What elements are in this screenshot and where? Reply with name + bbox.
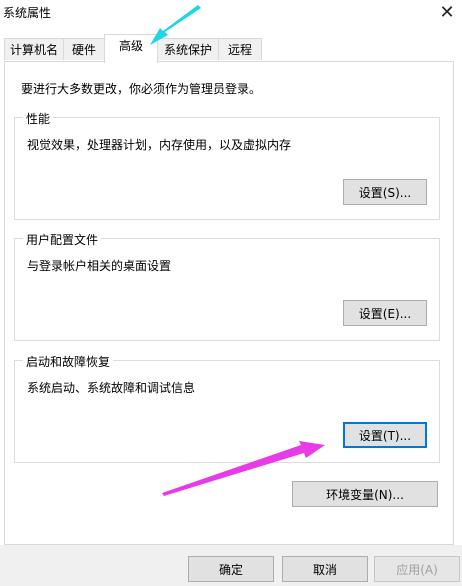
tab-hardware[interactable]: 硬件: [63, 38, 105, 60]
user-profile-title: 用户配置文件: [23, 231, 102, 248]
performance-title: 性能: [23, 110, 54, 127]
tab-computer-name[interactable]: 计算机名: [4, 38, 64, 60]
ok-button[interactable]: 确定: [188, 556, 274, 582]
window-title: 系统属性: [3, 6, 52, 20]
performance-group: 性能 视觉效果，处理器计划，内存使用，以及虚拟内存 设置(S)...: [14, 110, 440, 220]
close-icon[interactable]: ✕: [434, 0, 460, 26]
tab-advanced[interactable]: 高级: [104, 34, 158, 63]
performance-desc: 视觉效果，处理器计划，内存使用，以及虚拟内存: [27, 138, 292, 152]
title-bar: 系统属性 ✕: [0, 0, 462, 30]
user-profile-desc: 与登录帐户相关的桌面设置: [27, 259, 172, 273]
apply-button[interactable]: 应用(A): [374, 556, 460, 582]
tab-remote[interactable]: 远程: [218, 38, 262, 60]
performance-settings-button[interactable]: 设置(S)...: [343, 179, 427, 205]
startup-recovery-group: 启动和故障恢复 系统启动、系统故障和调试信息 设置(T)...: [14, 353, 440, 463]
startup-recovery-title: 启动和故障恢复: [23, 353, 114, 370]
cancel-button[interactable]: 取消: [282, 556, 368, 582]
startup-recovery-settings-button[interactable]: 设置(T)...: [343, 422, 427, 448]
admin-notice: 要进行大多数更改，你必须作为管理员登录。: [21, 82, 262, 96]
tab-system-protection[interactable]: 系统保护: [157, 38, 219, 60]
startup-recovery-desc: 系统启动、系统故障和调试信息: [27, 381, 196, 395]
user-profile-settings-button[interactable]: 设置(E)...: [343, 300, 427, 326]
tab-bar: 计算机名 硬件 高级 系统保护 远程: [0, 34, 462, 63]
user-profile-group: 用户配置文件 与登录帐户相关的桌面设置 设置(E)...: [14, 231, 440, 341]
environment-variables-button[interactable]: 环境变量(N)...: [292, 481, 438, 507]
